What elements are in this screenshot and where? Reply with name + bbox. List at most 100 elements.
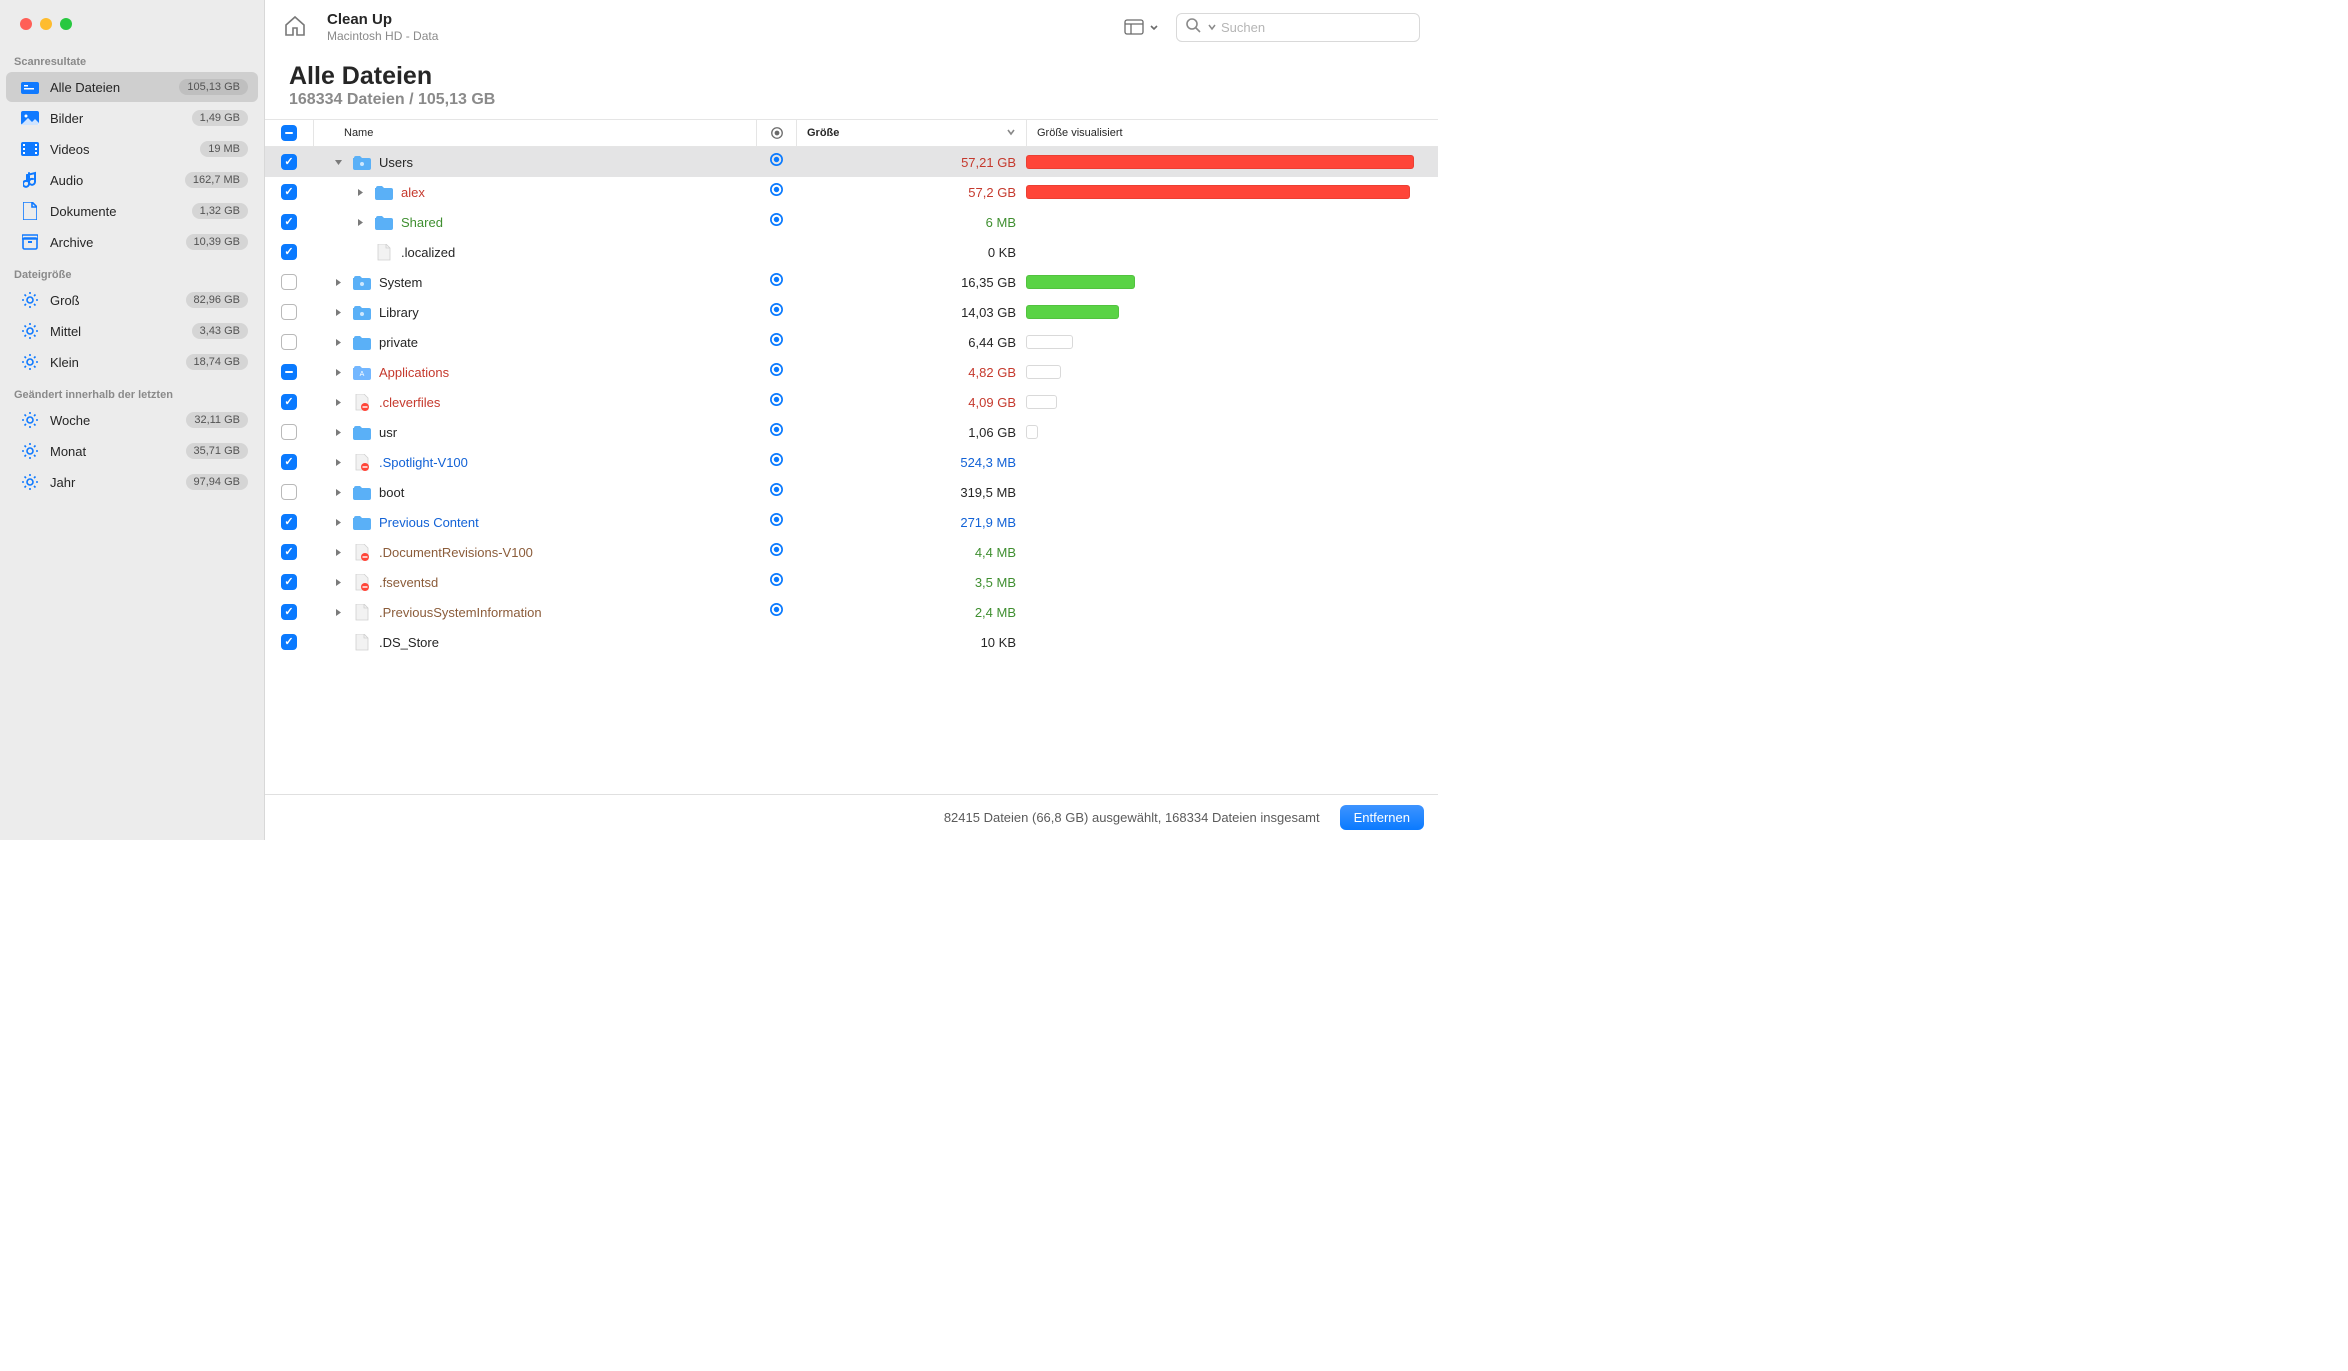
row-checkbox[interactable]	[281, 484, 297, 500]
row-checkbox[interactable]	[281, 334, 297, 350]
row-checkbox[interactable]	[281, 604, 297, 620]
target-icon[interactable]	[769, 392, 784, 412]
row-checkbox[interactable]	[281, 364, 297, 380]
sidebar-item-jahr[interactable]: Jahr97,94 GB	[6, 467, 258, 497]
home-icon[interactable]	[283, 14, 309, 40]
sidebar-item-badge: 97,94 GB	[186, 474, 248, 490]
table-row[interactable]: boot319,5 MB	[265, 477, 1438, 507]
file-icon	[375, 243, 393, 261]
remove-button[interactable]: Entfernen	[1340, 805, 1424, 830]
file-icon	[353, 633, 371, 651]
table-row[interactable]: .PreviousSystemInformation2,4 MB	[265, 597, 1438, 627]
table-row[interactable]: .localized0 KB	[265, 237, 1438, 267]
search-box[interactable]	[1176, 13, 1420, 42]
sidebar-item-archive[interactable]: Archive10,39 GB	[6, 227, 258, 257]
zoom-window-button[interactable]	[60, 18, 72, 30]
target-icon[interactable]	[769, 572, 784, 592]
row-checkbox[interactable]	[281, 304, 297, 320]
table-row[interactable]: Shared6 MB	[265, 207, 1438, 237]
target-icon[interactable]	[769, 602, 784, 622]
file-name: .localized	[401, 245, 455, 260]
disclosure-triangle[interactable]	[331, 398, 345, 407]
row-checkbox[interactable]	[281, 574, 297, 590]
close-window-button[interactable]	[20, 18, 32, 30]
table-row[interactable]: .Spotlight-V100524,3 MB	[265, 447, 1438, 477]
row-checkbox[interactable]	[281, 454, 297, 470]
sidebar-item-woche[interactable]: Woche32,11 GB	[6, 405, 258, 435]
svg-text:A: A	[360, 371, 365, 378]
disclosure-triangle[interactable]	[353, 188, 367, 197]
table-row[interactable]: System16,35 GB	[265, 267, 1438, 297]
row-checkbox[interactable]	[281, 154, 297, 170]
row-checkbox[interactable]	[281, 274, 297, 290]
column-name[interactable]: Name	[313, 120, 756, 146]
disclosure-triangle[interactable]	[331, 368, 345, 377]
sidebar-item-klein[interactable]: Klein18,74 GB	[6, 347, 258, 377]
row-checkbox[interactable]	[281, 544, 297, 560]
row-checkbox[interactable]	[281, 184, 297, 200]
table-row[interactable]: .fseventsd3,5 MB	[265, 567, 1438, 597]
row-checkbox[interactable]	[281, 394, 297, 410]
file-name: .cleverfiles	[379, 395, 440, 410]
disclosure-triangle[interactable]	[331, 338, 345, 347]
table-row[interactable]: usr1,06 GB	[265, 417, 1438, 447]
sidebar-item-dokumente[interactable]: Dokumente1,32 GB	[6, 196, 258, 226]
target-icon[interactable]	[769, 302, 784, 322]
target-icon[interactable]	[769, 152, 784, 172]
table-row[interactable]: Previous Content271,9 MB	[265, 507, 1438, 537]
disclosure-triangle[interactable]	[331, 158, 345, 167]
minimize-window-button[interactable]	[40, 18, 52, 30]
disclosure-triangle[interactable]	[331, 608, 345, 617]
sidebar-item-mittel[interactable]: Mittel3,43 GB	[6, 316, 258, 346]
folder-app-icon: A	[353, 363, 371, 381]
sidebar-item-groß[interactable]: Groß82,96 GB	[6, 285, 258, 315]
disclosure-triangle[interactable]	[331, 518, 345, 527]
file-size: 4,09 GB	[796, 395, 1026, 410]
row-checkbox[interactable]	[281, 214, 297, 230]
disclosure-triangle[interactable]	[331, 578, 345, 587]
target-icon[interactable]	[769, 422, 784, 442]
table-row[interactable]: .cleverfiles 4,09 GB	[265, 387, 1438, 417]
table-row[interactable]: AApplications4,82 GB	[265, 357, 1438, 387]
row-checkbox[interactable]	[281, 424, 297, 440]
sidebar-item-videos[interactable]: Videos19 MB	[6, 134, 258, 164]
sidebar-item-audio[interactable]: Audio162,7 MB	[6, 165, 258, 195]
table-row[interactable]: alex57,2 GB	[265, 177, 1438, 207]
column-target[interactable]	[756, 120, 796, 146]
target-icon[interactable]	[769, 482, 784, 502]
target-icon[interactable]	[769, 542, 784, 562]
view-mode-button[interactable]	[1124, 19, 1160, 35]
table-row[interactable]: .DocumentRevisions-V1004,4 MB	[265, 537, 1438, 567]
disclosure-triangle[interactable]	[331, 548, 345, 557]
target-icon[interactable]	[769, 512, 784, 532]
row-checkbox[interactable]	[281, 514, 297, 530]
target-icon[interactable]	[769, 272, 784, 292]
main-content: Clean Up Macintosh HD - Data Alle Datei	[265, 0, 1438, 840]
search-input[interactable]	[1221, 20, 1411, 35]
disclosure-triangle[interactable]	[353, 218, 367, 227]
target-icon[interactable]	[769, 362, 784, 382]
disclosure-triangle[interactable]	[331, 278, 345, 287]
target-icon[interactable]	[769, 332, 784, 352]
target-icon[interactable]	[769, 182, 784, 202]
disclosure-triangle[interactable]	[331, 308, 345, 317]
table-row[interactable]: Library14,03 GB	[265, 297, 1438, 327]
sidebar-item-alle-dateien[interactable]: Alle Dateien105,13 GB	[6, 72, 258, 102]
select-all-checkbox[interactable]	[281, 125, 297, 141]
sidebar-item-bilder[interactable]: Bilder1,49 GB	[6, 103, 258, 133]
table-row[interactable]: .DS_Store10 KB	[265, 627, 1438, 657]
table-row[interactable]: private6,44 GB	[265, 327, 1438, 357]
row-checkbox[interactable]	[281, 634, 297, 650]
column-size[interactable]: Größe	[796, 120, 1026, 146]
disclosure-triangle[interactable]	[331, 488, 345, 497]
target-icon[interactable]	[769, 452, 784, 472]
sidebar-item-monat[interactable]: Monat35,71 GB	[6, 436, 258, 466]
file-name: .DS_Store	[379, 635, 439, 650]
row-checkbox[interactable]	[281, 244, 297, 260]
target-icon[interactable]	[769, 212, 784, 232]
disclosure-triangle[interactable]	[331, 428, 345, 437]
table-row[interactable]: Users57,21 GB	[265, 147, 1438, 177]
column-viz[interactable]: Größe visualisiert	[1026, 120, 1426, 146]
disclosure-triangle[interactable]	[331, 458, 345, 467]
header-checkbox[interactable]	[265, 120, 313, 146]
